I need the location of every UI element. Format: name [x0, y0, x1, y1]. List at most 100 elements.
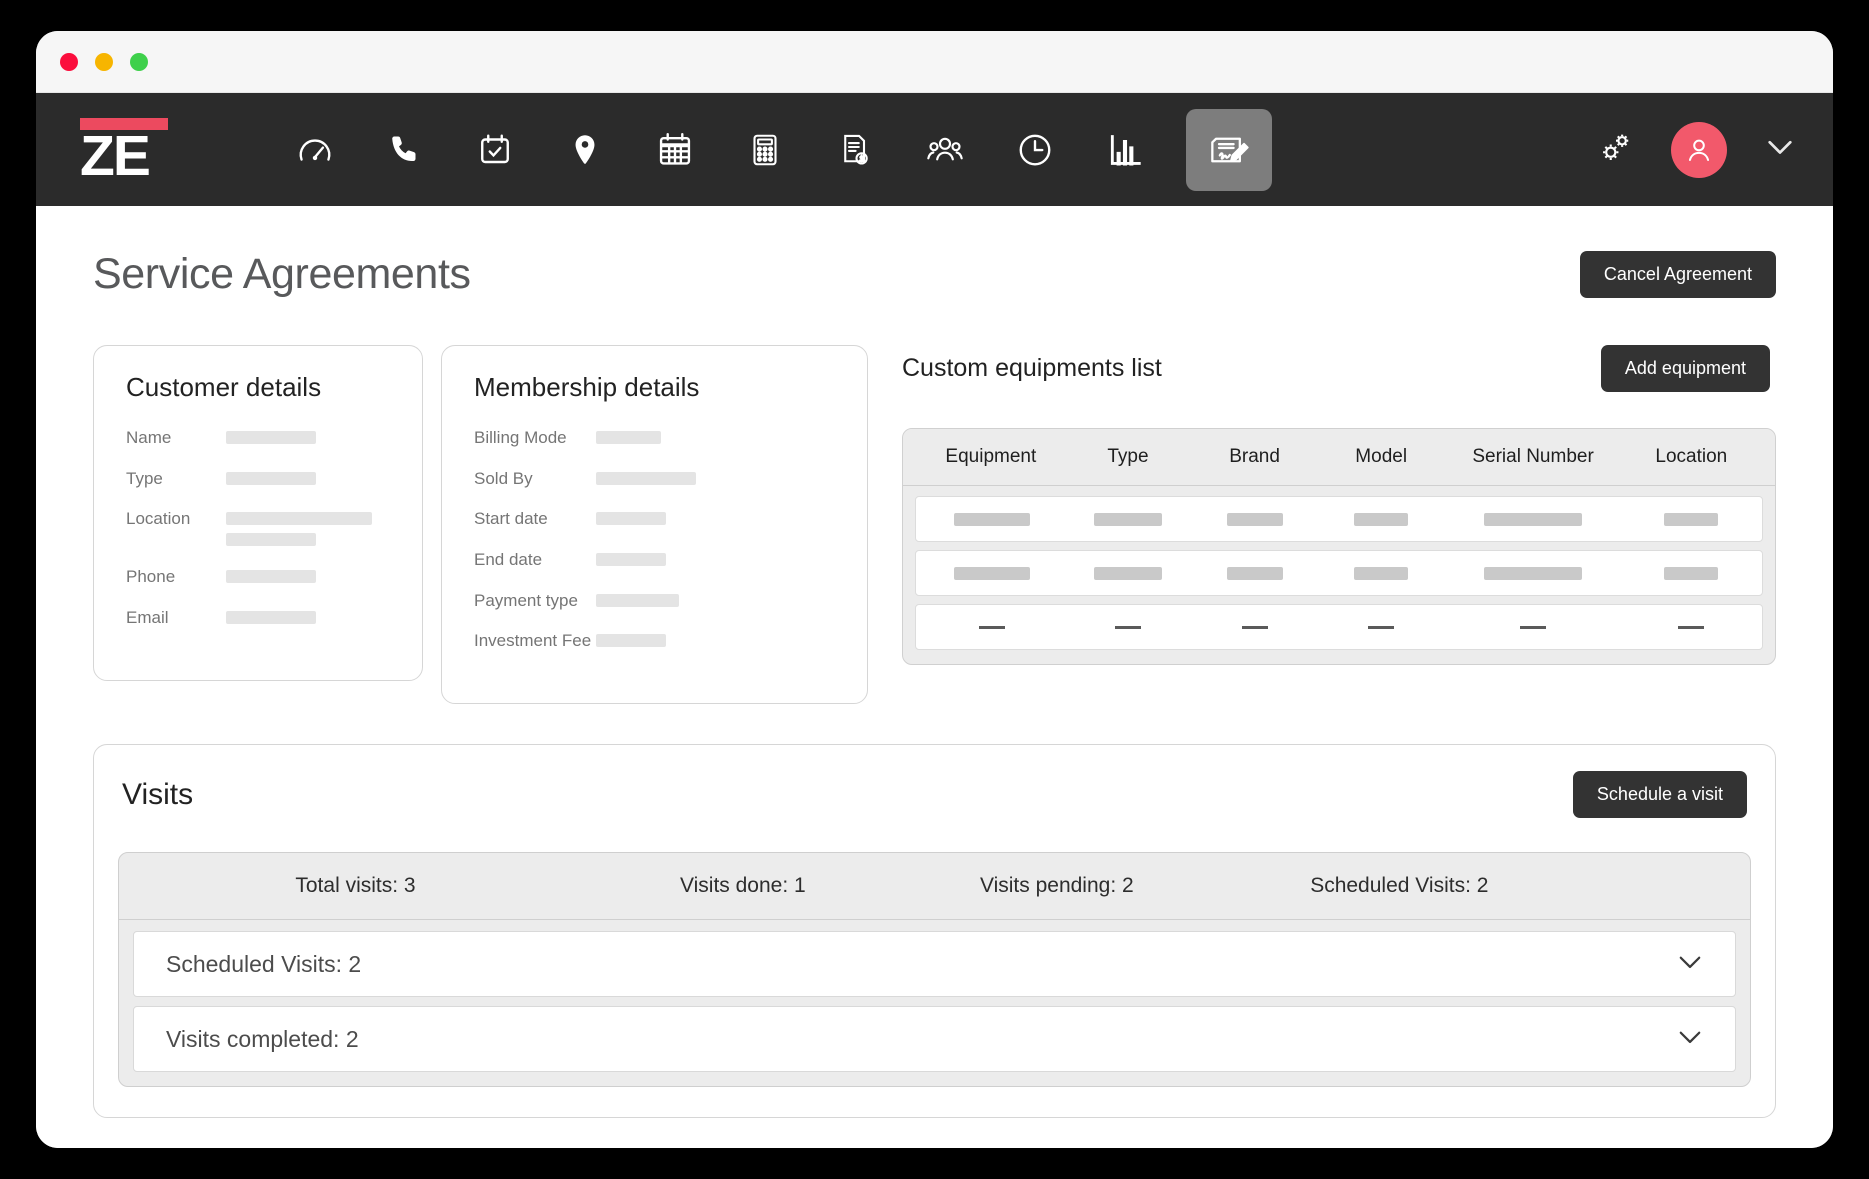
field-row-phone: Phone	[116, 568, 400, 587]
table-cell	[1444, 512, 1621, 526]
cancel-agreement-button[interactable]: Cancel Agreement	[1579, 251, 1776, 298]
table-row[interactable]	[915, 604, 1763, 650]
navbar-right-controls	[1595, 121, 1799, 178]
calendar-grid-icon	[656, 131, 694, 169]
page-content: Service Agreements Cancel Agreement Cust…	[36, 206, 1833, 1148]
nav-item-schedule[interactable]	[646, 121, 704, 179]
field-row-end-date: End date	[464, 550, 845, 570]
nav-item-estimates[interactable]	[736, 121, 794, 179]
app-logo[interactable]: ZE	[80, 118, 172, 189]
accordion-visits-completed[interactable]: Visits completed: 2	[133, 1006, 1736, 1073]
membership-details-title: Membership details	[474, 372, 700, 402]
table-cell	[1192, 512, 1318, 526]
accordion-label: Scheduled Visits: 2	[166, 950, 362, 977]
details-and-equipment-row: Customer details Name Type Location Phon…	[93, 345, 1776, 705]
table-cell	[918, 625, 1065, 629]
table-cell	[1444, 566, 1621, 580]
field-value-placeholder	[596, 632, 666, 648]
nav-item-reports[interactable]	[1096, 121, 1154, 179]
field-value-placeholder	[226, 470, 316, 485]
chevron-down-icon[interactable]	[1761, 128, 1799, 171]
field-value-placeholder	[596, 470, 696, 485]
window-titlebar	[36, 31, 1833, 93]
phone-icon	[387, 132, 423, 168]
customer-details-title: Customer details	[126, 372, 322, 402]
add-equipment-button[interactable]: Add equipment	[1600, 345, 1770, 392]
visits-panel: Total visits: 3 Visits done: 1 Visits pe…	[118, 852, 1751, 1088]
table-cell	[1621, 512, 1760, 526]
field-label: Name	[126, 428, 172, 447]
table-cell	[1065, 566, 1191, 580]
accordion-scheduled-visits[interactable]: Scheduled Visits: 2	[133, 931, 1736, 998]
nav-item-customers[interactable]	[916, 121, 974, 179]
table-row[interactable]	[915, 496, 1763, 542]
field-value-placeholder	[226, 510, 372, 547]
bar-chart-icon	[1106, 131, 1144, 169]
field-label: Type	[126, 468, 163, 488]
field-row-billing-mode: Billing Mode	[464, 428, 845, 448]
table-cell	[1318, 566, 1444, 580]
field-row-sold-by: Sold By	[464, 468, 845, 489]
column-header-location: Location	[1655, 446, 1728, 467]
nav-item-invoices[interactable]	[826, 121, 884, 179]
column-header-equipment: Equipment	[945, 446, 1037, 467]
chevron-down-icon[interactable]	[1673, 1020, 1707, 1059]
minimize-window-button[interactable]	[95, 52, 113, 71]
field-value-placeholder	[226, 609, 316, 625]
signed-contract-icon	[1204, 125, 1254, 175]
summary-visits-done: Visits done: 1	[680, 874, 806, 898]
custom-equipments-section: Custom equipments list Add equipment Equ…	[886, 345, 1776, 665]
visits-summary-row: Total visits: 3 Visits done: 1 Visits pe…	[119, 853, 1750, 921]
field-value-placeholder	[596, 429, 661, 444]
field-label: Investment Fee	[474, 631, 592, 651]
accordion-label: Visits completed: 2	[166, 1025, 359, 1052]
equipment-title: Custom equipments list	[902, 354, 1162, 382]
screen-background: ZE Service Agreements Cancel Agreement C…	[0, 0, 1869, 1179]
field-row-name: Name	[116, 428, 400, 448]
nav-item-appointments[interactable]	[466, 121, 524, 179]
table-cell	[1621, 625, 1760, 629]
customer-details-card: Customer details Name Type Location Phon…	[93, 345, 423, 681]
calendar-check-icon	[477, 132, 513, 168]
table-row[interactable]	[915, 550, 1763, 596]
column-header-serial-number: Serial Number	[1472, 446, 1594, 467]
field-label: Sold By	[474, 468, 533, 488]
field-row-payment-type: Payment type	[464, 590, 845, 611]
field-row-location: Location	[116, 509, 400, 547]
clock-icon	[1016, 131, 1054, 169]
field-row-start-date: Start date	[464, 510, 845, 529]
field-label: Payment type	[474, 590, 578, 610]
logo-text: ZE	[80, 124, 151, 189]
users-icon	[925, 130, 965, 170]
visits-accordion-list: Scheduled Visits: 2 Visits completed: 2	[119, 920, 1750, 1086]
field-label: Location	[126, 509, 191, 529]
summary-total-visits: Total visits: 3	[295, 874, 416, 898]
maximize-window-button[interactable]	[130, 52, 148, 71]
equipment-header: Custom equipments list Add equipment	[902, 345, 1776, 392]
nav-item-calls[interactable]	[376, 121, 434, 179]
field-value-placeholder	[596, 592, 679, 607]
nav-item-service-agreements[interactable]	[1186, 108, 1272, 191]
membership-details-card: Membership details Billing Mode Sold By	[441, 345, 868, 705]
schedule-visit-button[interactable]: Schedule a visit	[1572, 771, 1747, 819]
table-cell	[1065, 625, 1191, 629]
chevron-down-icon[interactable]	[1673, 945, 1707, 984]
nav-item-locations[interactable]	[556, 121, 614, 179]
close-window-button[interactable]	[60, 52, 78, 71]
table-cell	[918, 512, 1065, 526]
equipment-table: Equipment Type Brand Model Serial Number…	[902, 428, 1776, 665]
field-row-type: Type	[116, 468, 400, 489]
visits-title: Visits	[122, 777, 194, 811]
nav-item-dashboard[interactable]	[286, 121, 344, 179]
nav-item-time-tracking[interactable]	[1006, 121, 1064, 179]
avatar[interactable]	[1671, 121, 1727, 178]
page-title: Service Agreements	[93, 250, 471, 298]
gears-icon[interactable]	[1595, 126, 1637, 173]
top-navbar: ZE	[36, 93, 1833, 206]
field-label: Start date	[474, 509, 548, 529]
table-cell	[1192, 566, 1318, 580]
column-header-type: Type	[1107, 446, 1149, 467]
field-label: Email	[126, 608, 169, 628]
page-header: Service Agreements Cancel Agreement	[93, 250, 1776, 299]
column-header-brand: Brand	[1229, 446, 1280, 467]
